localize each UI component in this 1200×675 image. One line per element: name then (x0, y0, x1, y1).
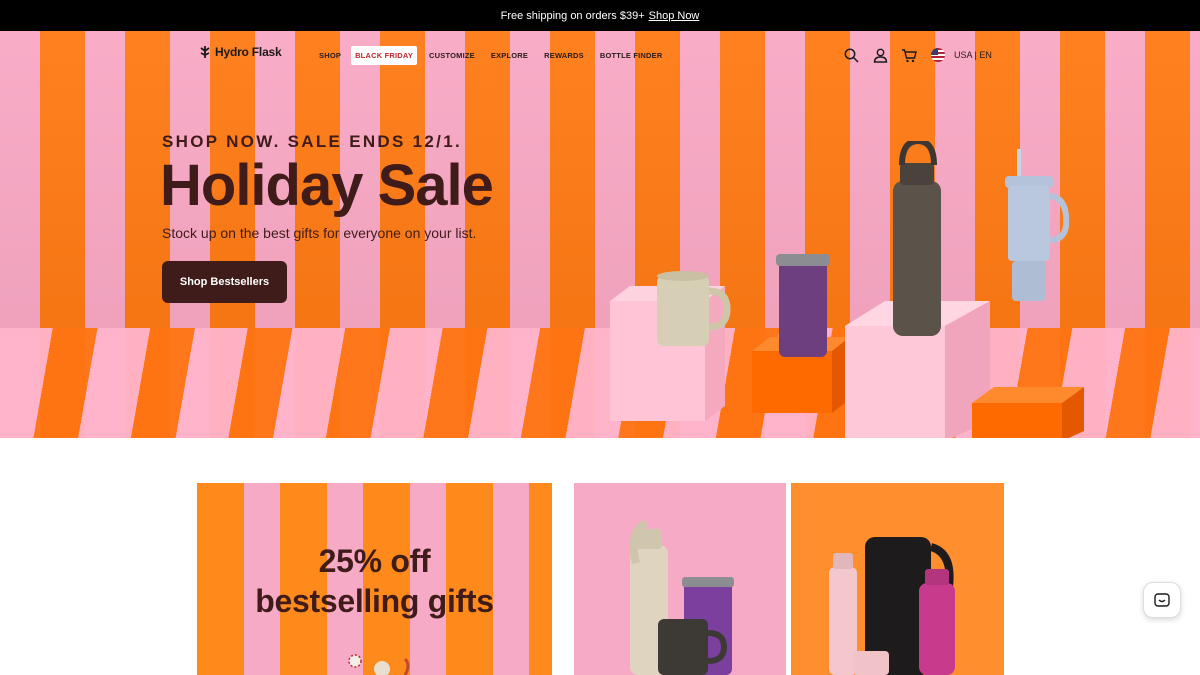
nav-black-friday[interactable]: BLACK FRIDAY (351, 46, 418, 65)
product-card-bottles-pink[interactable] (574, 483, 786, 675)
hero-eyebrow: SHOP NOW. SALE ENDS 12/1. (162, 132, 462, 151)
nav-bottle-finder[interactable]: BOTTLE FINDER (594, 47, 669, 64)
product-travel-tumbler-blue (1005, 149, 1070, 301)
locale-selector[interactable]: USA | EN (954, 50, 992, 60)
flag-icon[interactable] (931, 48, 945, 62)
search-icon[interactable] (842, 46, 860, 64)
promo-title-line2: bestselling gifts (255, 583, 494, 619)
hero-banner: SHOP NOW. SALE ENDS 12/1. Holiday Sale S… (0, 31, 1200, 438)
nav-shop[interactable]: SHOP (313, 47, 347, 64)
nav-customize[interactable]: CUSTOMIZE (423, 47, 481, 64)
hero-product-illustration (610, 141, 1084, 438)
promo-card-title: 25% off bestselling gifts (197, 541, 552, 621)
promo-card-gifts[interactable]: 25% off bestselling gifts (197, 483, 552, 675)
product-group-illustration (629, 519, 734, 675)
hero-title: Holiday Sale (160, 153, 494, 218)
announcement-text: Free shipping on orders $39+ (500, 9, 645, 22)
gift-items-illustration (348, 654, 410, 675)
chat-smile-icon[interactable] (1143, 582, 1181, 618)
logo-text: Hydro Flask (215, 45, 282, 59)
pedestal-orange-right (972, 387, 1084, 438)
nav-rewards[interactable]: REWARDS (538, 47, 590, 64)
account-icon[interactable] (871, 46, 889, 64)
product-tumbler-purple (776, 254, 830, 357)
announcement-shop-now-link[interactable]: Shop Now (649, 10, 700, 22)
product-card-bottles-orange[interactable] (791, 483, 1004, 675)
product-group-illustration (829, 537, 955, 675)
nav-explore[interactable]: EXPLORE (485, 47, 534, 64)
hero-subtitle: Stock up on the best gifts for everyone … (162, 225, 477, 241)
nav-links: SHOP BLACK FRIDAY CUSTOMIZE EXPLORE REWA… (313, 46, 672, 65)
main-nav: Hydro Flask SHOP BLACK FRIDAY CUSTOMIZE … (0, 31, 1200, 79)
cart-icon[interactable] (900, 46, 918, 64)
hydro-flask-logo[interactable]: Hydro Flask (199, 45, 282, 59)
promo-title-line1: 25% off (318, 543, 431, 579)
hydro-flask-emblem-icon (200, 46, 210, 58)
nav-utility: USA | EN (842, 46, 992, 64)
announcement-bar: Free shipping on orders $39+ Shop Now (0, 0, 1200, 31)
product-bottle-grey (893, 141, 941, 336)
shop-bestsellers-button[interactable]: Shop Bestsellers (162, 261, 287, 303)
